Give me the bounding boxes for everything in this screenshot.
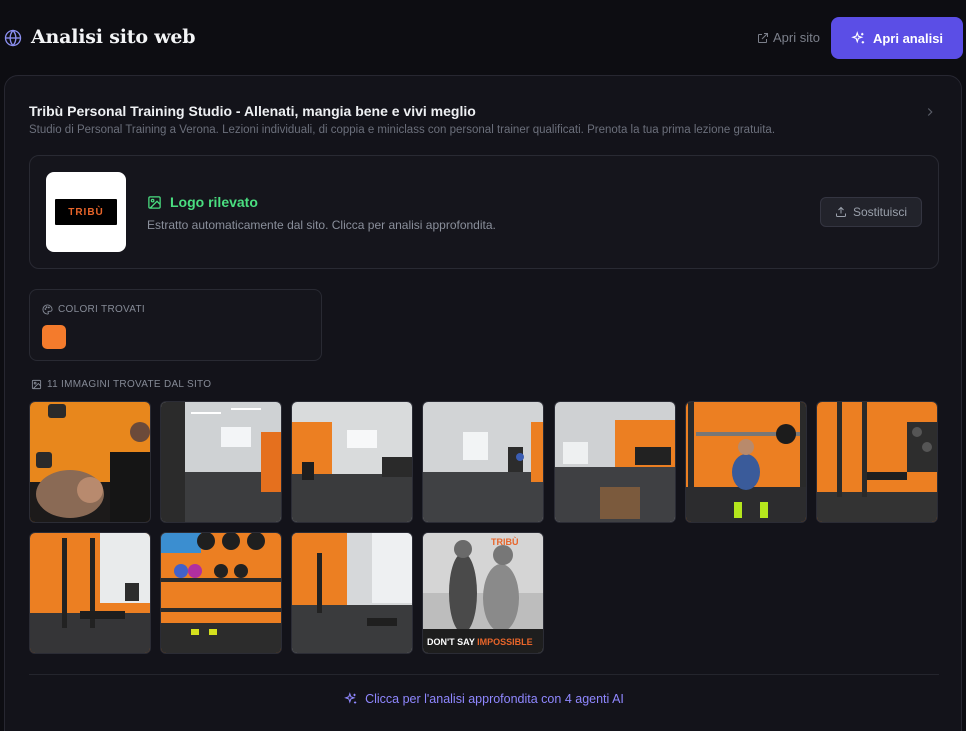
deep-analysis-label: Clicca per l'analisi approfondita con 4 … bbox=[365, 692, 624, 706]
image-icon bbox=[31, 379, 42, 390]
logo-description: Estratto automaticamente dal sito. Clicc… bbox=[147, 218, 496, 232]
analysis-panel: Tribù Personal Training Studio - Allenat… bbox=[4, 75, 962, 731]
logo-status: Logo rilevato bbox=[147, 194, 258, 210]
globe-icon bbox=[4, 29, 22, 47]
replace-logo-label: Sostituisci bbox=[852, 205, 908, 219]
site-image-thumbnail[interactable] bbox=[160, 401, 282, 523]
poster-caption-b: IMPOSSIBLE bbox=[477, 637, 533, 647]
replace-logo-button[interactable]: Sostituisci bbox=[820, 197, 922, 227]
image-icon bbox=[148, 195, 161, 209]
deep-analysis-link[interactable]: Clicca per l'analisi approfondita con 4 … bbox=[5, 692, 963, 706]
site-image-thumbnail[interactable] bbox=[554, 401, 676, 523]
site-image-thumbnail[interactable] bbox=[160, 532, 282, 654]
sparkles-icon bbox=[344, 692, 357, 704]
site-image-thumbnail[interactable] bbox=[29, 532, 151, 654]
site-logo: TRIBÙ bbox=[46, 172, 126, 252]
upload-icon bbox=[835, 206, 846, 217]
external-link-icon bbox=[758, 32, 768, 43]
svg-text:DON'T SAY IMPOSSIBLE: DON'T SAY IMPOSSIBLE bbox=[427, 637, 533, 647]
chevron-right-icon[interactable] bbox=[923, 105, 937, 119]
colors-label: COLORI TROVATI bbox=[42, 304, 145, 315]
palette-icon bbox=[42, 304, 53, 315]
logo-mark-text: TRIBÙ bbox=[68, 206, 104, 218]
site-image-thumbnail[interactable]: TRIBÙ DON'T SAY IMPOSSIBLE bbox=[422, 532, 544, 654]
divider bbox=[29, 674, 939, 675]
site-title: Tribù Personal Training Studio - Allenat… bbox=[29, 103, 476, 119]
site-image-thumbnail[interactable] bbox=[816, 401, 938, 523]
svg-text:TRIBÙ: TRIBÙ bbox=[491, 536, 519, 547]
open-site-link[interactable]: Apri sito bbox=[757, 30, 820, 45]
open-site-label: Apri sito bbox=[773, 30, 820, 45]
poster-caption-a: DON'T SAY bbox=[427, 637, 477, 647]
open-analysis-label: Apri analisi bbox=[872, 30, 944, 46]
site-image-thumbnail[interactable] bbox=[291, 401, 413, 523]
sparkles-icon bbox=[851, 30, 865, 43]
logo-status-label: Logo rilevato bbox=[170, 194, 258, 210]
color-swatch[interactable] bbox=[42, 325, 66, 349]
page-title: Analisi sito web bbox=[31, 26, 196, 48]
images-label: 11 IMMAGINI TROVATE DAL SITO bbox=[31, 379, 211, 390]
site-image-thumbnail[interactable] bbox=[685, 401, 807, 523]
logo-mark: TRIBÙ bbox=[55, 199, 117, 225]
images-label-text: 11 IMMAGINI TROVATE DAL SITO bbox=[47, 379, 212, 390]
open-analysis-button[interactable]: Apri analisi bbox=[831, 17, 963, 59]
site-image-thumbnail[interactable] bbox=[29, 401, 151, 523]
site-image-thumbnail[interactable] bbox=[422, 401, 544, 523]
site-description: Studio di Personal Training a Verona. Le… bbox=[29, 124, 776, 136]
site-image-thumbnail[interactable] bbox=[291, 532, 413, 654]
colors-card: COLORI TROVATI bbox=[29, 289, 322, 361]
page-header: Analisi sito web Apri sito Apri analisi bbox=[0, 0, 966, 76]
logo-card[interactable]: TRIBÙ Logo rilevato Estratto automaticam… bbox=[29, 155, 939, 269]
colors-label-text: COLORI TROVATI bbox=[58, 304, 145, 315]
